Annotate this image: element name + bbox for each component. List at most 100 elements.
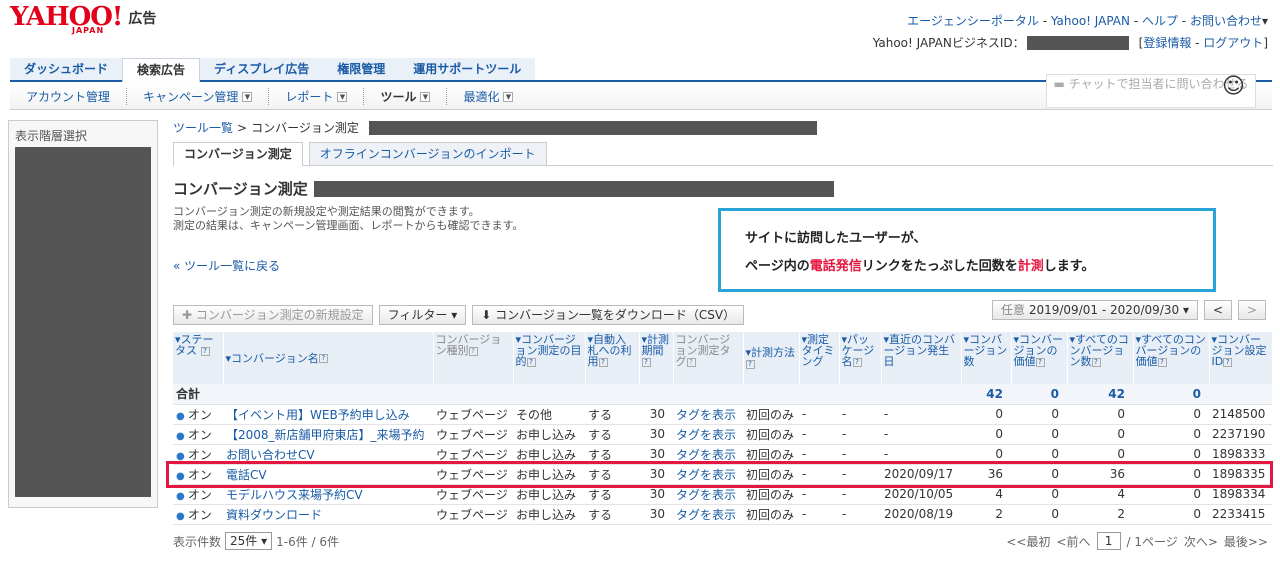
status-label: オン [187, 427, 212, 442]
help-icon[interactable]: ? [318, 354, 328, 363]
conversion-name-link-cell: 【2008_新店舗甲府東店】_来場予約 [223, 424, 433, 445]
col-status[interactable]: ▾ステータス ? [173, 332, 224, 384]
agency-portal-link[interactable]: エージェンシーポータル [907, 14, 1039, 28]
status-cell[interactable]: ● オン [173, 404, 223, 425]
nav-campaign[interactable]: キャンペーン管理 ▼ [127, 88, 270, 105]
col-method[interactable]: ▾計測方法? [743, 332, 800, 384]
help-icon[interactable]: ? [686, 357, 696, 367]
status-cell[interactable]: ● オン [173, 424, 223, 445]
per-page-label: 表示件数 [173, 534, 222, 549]
col-all-cv-count[interactable]: ▾すべてのコンバージョン数? [1067, 332, 1134, 384]
operator-avatar-icon[interactable]: ☺ [1222, 74, 1245, 99]
tab-dashboard[interactable]: ダッシュボード [10, 58, 123, 80]
callout-line2: ページ内の電話発信リンクをたっぷした回数を計測します。 [745, 253, 1189, 281]
col-cv-value[interactable]: ▾コンバージョンの価値? [1011, 332, 1068, 384]
help-link[interactable]: ヘルプ [1142, 14, 1178, 28]
help-icon[interactable]: ? [1091, 357, 1101, 367]
col-last-date[interactable]: ▾直近のコンバージョン発生日 [881, 332, 962, 384]
yahoo-logo[interactable]: YAHOO! JAPAN 広告 [10, 4, 156, 36]
help-icon[interactable]: ? [745, 359, 755, 369]
logo-text: YAHOO! [10, 2, 123, 32]
total-label: 合計 [173, 384, 961, 405]
col-setting-id[interactable]: ▾コンバージョン設定ID? [1209, 332, 1273, 384]
conversion-name-link[interactable]: お問い合わせCV [226, 448, 315, 462]
new-conversion-button[interactable]: ✚ コンバージョン測定の新規設定 [173, 305, 373, 325]
date-prev-button[interactable]: < [1203, 300, 1233, 320]
yahoo-japan-link[interactable]: Yahoo! JAPAN [1051, 14, 1130, 28]
type-cell: ウェブページ [433, 504, 513, 525]
nav-account[interactable]: アカウント管理 [10, 88, 128, 105]
show-tag-link[interactable]: タグを表示 [676, 488, 736, 502]
show-tag-link[interactable]: タグを表示 [676, 428, 736, 442]
tab-display-ads[interactable]: ディスプレイ広告 [200, 58, 324, 80]
help-icon[interactable]: ? [200, 346, 210, 356]
conversion-name-link[interactable]: 【2008_新店舗甲府東店】_来場予約 [226, 428, 425, 442]
last-date-cell: 2020/08/19 [881, 504, 961, 525]
status-dot-icon: ● [176, 430, 188, 442]
dropdown-icon[interactable]: ▼ [242, 91, 253, 102]
col-label: コンバージョン数 [963, 333, 1008, 368]
col-auto-bid[interactable]: ▾自動入札への利用? [585, 332, 640, 384]
nav-report-label: レポート [285, 90, 334, 104]
tab-support-tools[interactable]: 運用サポートツール [399, 58, 536, 80]
help-icon[interactable]: ? [468, 346, 478, 356]
help-icon[interactable]: ? [598, 357, 608, 367]
tab-permissions[interactable]: 権限管理 [323, 58, 400, 80]
tab-conversion-measure[interactable]: コンバージョン測定 [173, 142, 303, 166]
show-tag-link[interactable]: タグを表示 [676, 508, 736, 522]
filter-button[interactable]: フィルター ▾ [378, 305, 467, 325]
show-tag-link[interactable]: タグを表示 [676, 448, 736, 462]
breadcrumb-tools-link[interactable]: ツール一覧 [173, 119, 233, 136]
download-csv-button[interactable]: ⬇ コンバージョン一覧をダウンロード（CSV） [472, 305, 745, 325]
chevron-down-icon: ▾ [1261, 14, 1268, 28]
package-cell: - [839, 424, 881, 445]
help-icon[interactable]: ? [852, 357, 862, 367]
conversion-name-link[interactable]: 資料ダウンロード [226, 508, 322, 522]
tab-offline-import[interactable]: オフラインコンバージョンのインポート [308, 142, 547, 165]
next-page-link[interactable]: 次へ> [1184, 533, 1218, 550]
col-timing[interactable]: ▾測定タイミング [799, 332, 840, 384]
nav-report[interactable]: レポート ▼ [269, 88, 365, 105]
account-info-link[interactable]: 登録情報 [1143, 34, 1191, 51]
back-to-tools-link[interactable]: « ツール一覧に戻る [173, 257, 280, 274]
help-icon[interactable]: ? [1157, 357, 1167, 367]
nav-optimize[interactable]: 最適化 ▼ [447, 88, 529, 105]
page-input[interactable]: 1 [1096, 532, 1121, 550]
cv-count-cell: 0 [961, 404, 1011, 425]
dropdown-icon[interactable]: ▼ [503, 91, 514, 102]
help-icon[interactable]: ? [1035, 357, 1045, 367]
col-name[interactable]: ▾コンバージョン名? [223, 332, 434, 384]
dropdown-icon[interactable]: ▼ [420, 91, 431, 102]
last-page-link[interactable]: 最後>> [1224, 533, 1268, 550]
status-cell[interactable]: ● オン [173, 504, 223, 525]
dropdown-icon[interactable]: ▼ [337, 91, 348, 102]
col-cv-count[interactable]: ▾コンバージョン数 [961, 332, 1012, 384]
logout-link[interactable]: ログアウト [1203, 34, 1263, 51]
col-purpose[interactable]: ▾コンバージョン測定の目的? [513, 332, 586, 384]
help-icon[interactable]: ? [526, 357, 536, 367]
prev-page-link[interactable]: <前へ [1056, 533, 1090, 550]
date-range-select[interactable]: 任意 2019/09/01 - 2020/09/30 ▾ [992, 300, 1198, 320]
help-icon[interactable]: ? [641, 357, 651, 367]
col-all-cv-value[interactable]: ▾すべてのコンバージョンの価値? [1133, 332, 1210, 384]
description-line: 測定の結果は、キャンペーン管理画面、レポートからも確認できます。 [173, 219, 524, 232]
package-cell: - [839, 504, 881, 525]
contact-link[interactable]: お問い合わせ [1190, 14, 1262, 28]
conversion-name-link[interactable]: モデルハウス来場予約CV [226, 488, 363, 502]
timing-cell: - [799, 504, 839, 525]
conversion-name-link-cell: 【イベント用】WEB予約申し込み [223, 404, 433, 425]
nav-tools[interactable]: ツール ▼ [364, 88, 448, 105]
tab-search-ads[interactable]: 検索広告 [122, 58, 201, 82]
help-icon[interactable]: ? [1223, 357, 1233, 367]
per-page-select[interactable]: 25件 ▾ [225, 532, 273, 550]
col-period[interactable]: ▾計測期間? [639, 332, 674, 384]
show-tag-link[interactable]: タグを表示 [676, 408, 736, 422]
date-next-button[interactable]: > [1238, 300, 1267, 320]
purpose-cell: お申し込み [513, 504, 585, 525]
first-page-link[interactable]: <<最初 [1006, 533, 1050, 550]
conversion-name-link[interactable]: 【イベント用】WEB予約申し込み [226, 408, 410, 422]
status-label: オン [187, 447, 212, 462]
col-package[interactable]: ▾パッケージ名? [839, 332, 882, 384]
logo-sub: JAPAN [72, 26, 105, 35]
type-cell: ウェブページ [433, 404, 513, 425]
